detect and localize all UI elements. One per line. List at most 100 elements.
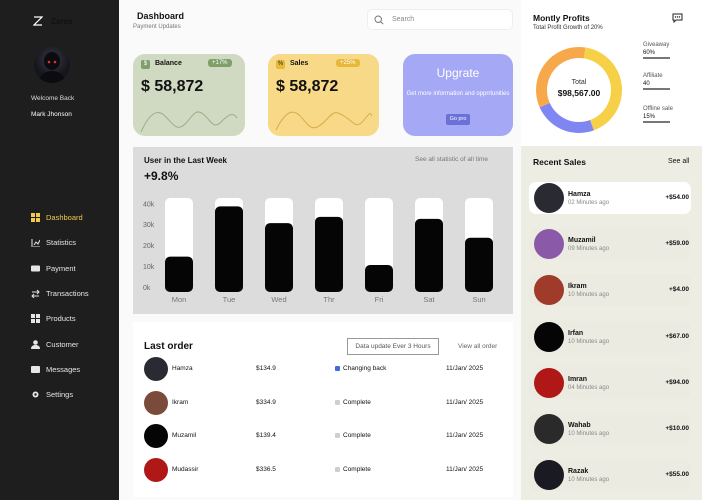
sidebar-item-customer[interactable]: Customer xyxy=(31,331,119,356)
profits-title: Montly Profits xyxy=(533,13,590,23)
order-amount: $334.9 xyxy=(256,398,276,406)
bar-wed[interactable] xyxy=(265,223,293,292)
sidebar-item-settings[interactable]: Settings xyxy=(31,382,119,407)
data-update-button[interactable]: Data update Ever 3 Hours xyxy=(347,338,439,355)
profits-subtitle: Total Profit Growth of 20% xyxy=(533,25,603,31)
order-status-text: Complete xyxy=(343,398,371,406)
sidebar-item-messages[interactable]: Messages xyxy=(31,357,119,382)
percent-icon: % xyxy=(276,60,285,69)
sale-name: Razak xyxy=(568,468,589,476)
sidebar-item-products[interactable]: Products xyxy=(31,306,119,331)
avatar xyxy=(144,458,168,483)
legend-affiliate: Affiliate 40 xyxy=(643,73,673,90)
bar-sat[interactable] xyxy=(415,218,443,292)
avatar xyxy=(534,414,564,444)
order-row[interactable]: Mudassir $336.5 Complete 11/Jan/ 2025 xyxy=(144,458,494,484)
chart-title: User in the Last Week xyxy=(144,156,227,165)
sidebar-item-statistics[interactable]: Statistics xyxy=(31,230,119,255)
sidebar-item-label: Messages xyxy=(46,364,81,374)
sale-time: 04 Minutes ago xyxy=(568,384,610,391)
order-amount: $139.4 xyxy=(256,432,276,440)
avatar xyxy=(144,357,168,381)
sales-card[interactable]: % Sales +25% $ 58,872 xyxy=(268,54,379,136)
bar-thr[interactable] xyxy=(315,216,343,292)
bar-mon[interactable] xyxy=(165,256,193,292)
sidebar-item-label: Settings xyxy=(46,390,74,400)
legend-offline-sale: Offline sale 15% xyxy=(643,106,673,123)
sidebar-item-dashboard[interactable]: Dashboard xyxy=(31,205,119,230)
legend-value: 40 xyxy=(643,81,670,90)
sale-item[interactable]: Ikram 10 Minutes ago +$4.00 xyxy=(529,274,691,307)
balance-amount: $ 58,872 xyxy=(141,78,204,95)
sales-sparkline xyxy=(275,111,373,131)
avatar xyxy=(534,183,564,213)
y-tick-label: 0k xyxy=(143,285,151,292)
gear-icon xyxy=(32,391,39,398)
sale-amount: +$67.00 xyxy=(665,332,689,340)
sidebar-item-label: Transactions xyxy=(46,289,89,299)
go-pro-button[interactable]: Go pro xyxy=(446,114,470,125)
page-subtitle: Payment Updates xyxy=(133,24,181,30)
legend-giveaway: Giveaway 60% xyxy=(643,42,673,59)
sidebar-item-label: Statistics xyxy=(46,238,77,248)
sales-amount: $ 58,872 xyxy=(276,78,339,95)
status-dot xyxy=(335,433,340,439)
sale-item[interactable]: Wahab 10 Minutes ago +$10.00 xyxy=(529,413,691,445)
sidebar-item-label: Payment xyxy=(46,263,76,273)
recent-sales-title: Recent Sales xyxy=(533,157,586,167)
user-name: Mark Jhonson xyxy=(31,111,72,118)
sale-name: Irfan xyxy=(568,329,584,337)
legend-label: Giveaway xyxy=(643,42,670,48)
order-date: 11/Jan/ 2025 xyxy=(446,466,484,474)
last-order-title: Last order xyxy=(144,341,193,352)
sale-amount: +$94.00 xyxy=(665,378,689,386)
legend-label: Affiliate xyxy=(643,73,663,79)
grid-icon xyxy=(31,213,40,223)
order-status: Complete xyxy=(335,399,371,406)
sale-item[interactable]: Razak 10 Minutes ago +$55.00 xyxy=(529,459,691,492)
search-input[interactable]: Search xyxy=(367,9,513,30)
legend-value: 15% xyxy=(643,114,670,123)
x-tick-label: Tue xyxy=(223,295,236,304)
status-dot xyxy=(335,467,340,473)
see-all-sales-link[interactable]: See all xyxy=(668,158,689,165)
sidebar-item-payment[interactable]: Payment xyxy=(31,256,119,281)
sale-item[interactable]: Hamza 02 Minutes ago +$54.00 xyxy=(529,182,691,214)
legend-label: Offline sale xyxy=(643,106,673,112)
sale-name: Muzamil xyxy=(568,237,596,245)
order-row[interactable]: Ikram $334.9 Complete 11/Jan/ 2025 xyxy=(144,390,494,417)
sale-name: Hamza xyxy=(568,191,591,198)
order-row[interactable]: Muzamil $139.4 Complete 11/Jan/ 2025 xyxy=(144,424,494,450)
weekly-growth: +9.8% xyxy=(144,169,179,183)
y-tick-label: 10k xyxy=(143,264,155,271)
card-icon xyxy=(31,265,40,272)
order-row[interactable]: Hamza $134.9 Changing back 11/Jan/ 2025 xyxy=(144,357,494,383)
chat-icon[interactable] xyxy=(672,13,683,23)
x-tick-label: Fri xyxy=(375,295,384,304)
sale-item[interactable]: Irfan 10 Minutes ago +$67.00 xyxy=(529,320,691,353)
x-tick-label: Mon xyxy=(172,295,187,304)
x-tick-label: Wed xyxy=(271,295,286,304)
welcome-text: Welcome Back xyxy=(31,95,75,102)
sale-amount: +$55.00 xyxy=(665,471,689,479)
sales-title: Sales xyxy=(290,60,309,67)
view-all-orders-link[interactable]: View all order xyxy=(458,343,497,350)
sale-amount: +$59.00 xyxy=(665,240,689,248)
bar-sun[interactable] xyxy=(465,237,493,292)
sale-amount: +$4.00 xyxy=(668,286,689,294)
bar-fri[interactable] xyxy=(365,264,393,292)
user-avatar[interactable] xyxy=(34,47,70,83)
donut-segment-affiliate[interactable] xyxy=(539,102,594,133)
avatar xyxy=(534,275,564,306)
x-tick-label: Sun xyxy=(472,295,485,304)
upgrade-card: Upgrate Get more information and opprrtu… xyxy=(403,54,513,136)
sale-item[interactable]: Imran 04 Minutes ago +$94.00 xyxy=(529,366,691,399)
sale-time: 10 Minutes ago xyxy=(568,431,610,437)
donut-segment-offline-sale[interactable] xyxy=(536,47,586,108)
see-all-statistics-link[interactable]: See all statistic of all time xyxy=(415,156,488,163)
bar-tue[interactable] xyxy=(215,206,243,292)
brand[interactable]: Zarss xyxy=(33,16,72,26)
balance-card[interactable]: $ Balance +17% $ 58,872 xyxy=(133,54,245,136)
sidebar-item-transactions[interactable]: Transactions xyxy=(31,281,119,306)
sale-item[interactable]: Muzamil 09 Minutes ago +$59.00 xyxy=(529,228,691,261)
